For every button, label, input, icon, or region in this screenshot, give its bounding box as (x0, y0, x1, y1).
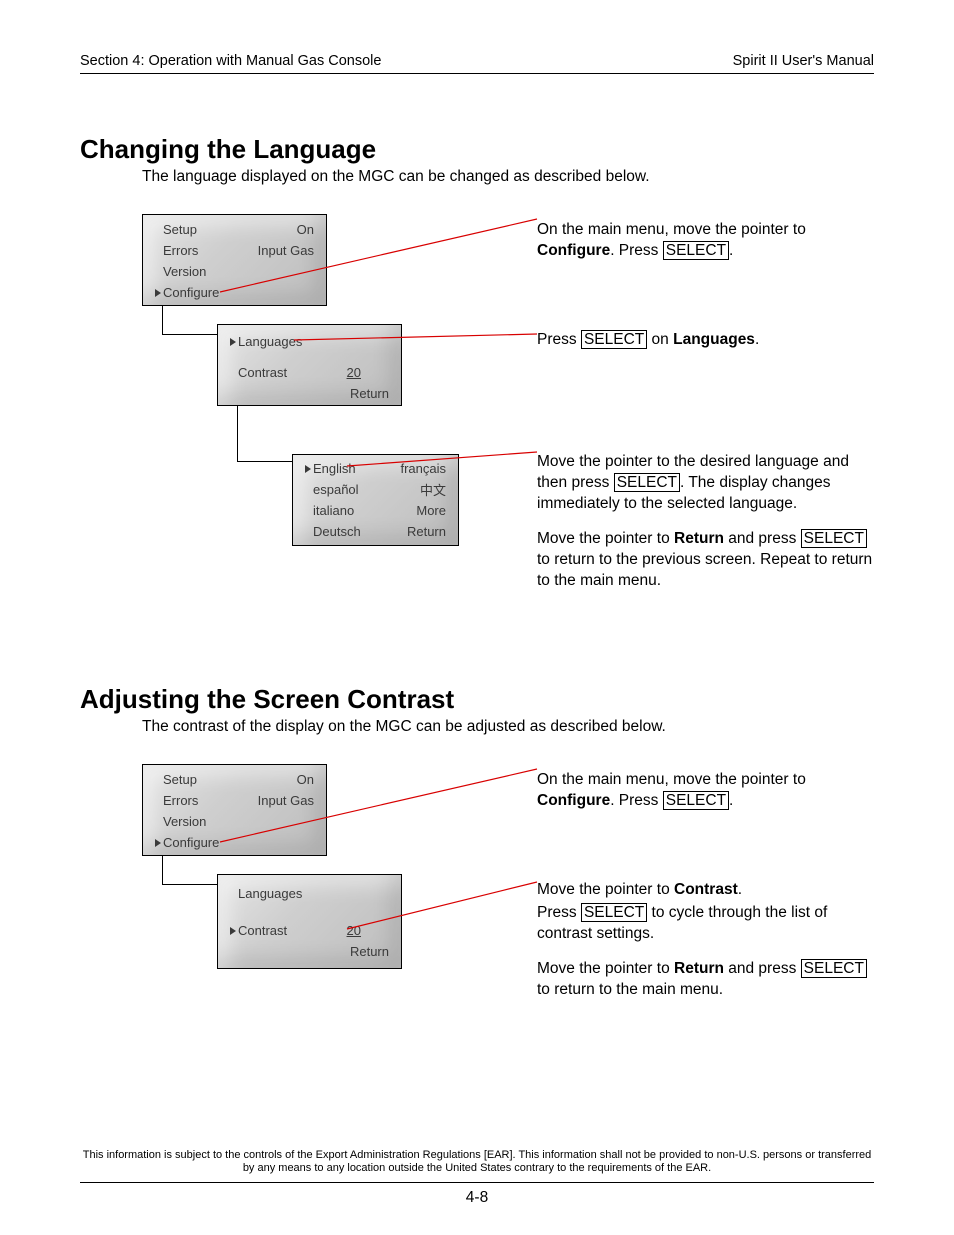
heading-changing-language: Changing the Language (80, 134, 874, 165)
connector-line (162, 306, 218, 335)
pointer-icon (155, 289, 161, 297)
intro-changing-language: The language displayed on the MGC can be… (142, 168, 874, 186)
select-key: SELECT (581, 903, 647, 922)
select-key: SELECT (663, 241, 729, 260)
page-number: 4-8 (80, 1189, 874, 1207)
step-lang-2: Press SELECT on Languages. (537, 330, 874, 351)
step-lang-3a: Move the pointer to the desired language… (537, 452, 874, 515)
page-footer: This information is subject to the contr… (80, 1149, 874, 1208)
header-section: Section 4: Operation with Manual Gas Con… (80, 53, 381, 69)
lcd-language-list: Englishfrançais español中文 italianoMore D… (292, 454, 459, 546)
select-key: SELECT (663, 791, 729, 810)
connector-line (237, 406, 293, 462)
heading-adjusting-contrast: Adjusting the Screen Contrast (80, 684, 874, 715)
step-lang-1: On the main menu, move the pointer to Co… (537, 220, 874, 262)
step-contrast-2b: Press SELECT to cycle through the list o… (537, 903, 874, 945)
step-lang-3b: Move the pointer to Return and press SEL… (537, 529, 874, 592)
lcd-configure-menu: Languages Contrast20 Return (217, 324, 402, 406)
lcd-main-menu: SetupOn ErrorsInput Gas Version Configur… (142, 214, 327, 306)
select-key: SELECT (801, 529, 867, 548)
select-key: SELECT (801, 959, 867, 978)
page-header: Section 4: Operation with Manual Gas Con… (80, 53, 874, 74)
connector-line (162, 856, 218, 885)
pointer-icon (230, 338, 236, 346)
lcd-configure-menu: Languages Contrast20 Return (217, 874, 402, 969)
export-disclaimer: This information is subject to the contr… (80, 1149, 874, 1184)
pointer-icon (305, 465, 311, 473)
intro-adjusting-contrast: The contrast of the display on the MGC c… (142, 718, 874, 736)
pointer-icon (230, 927, 236, 935)
step-contrast-2c: Move the pointer to Return and press SEL… (537, 959, 874, 1001)
step-contrast-2a: Move the pointer to Contrast. (537, 880, 874, 901)
select-key: SELECT (581, 330, 647, 349)
step-contrast-1: On the main menu, move the pointer to Co… (537, 770, 874, 812)
lcd-main-menu: SetupOn ErrorsInput Gas Version Configur… (142, 764, 327, 856)
header-manual: Spirit II User's Manual (733, 53, 874, 69)
pointer-icon (155, 839, 161, 847)
select-key: SELECT (614, 473, 680, 492)
